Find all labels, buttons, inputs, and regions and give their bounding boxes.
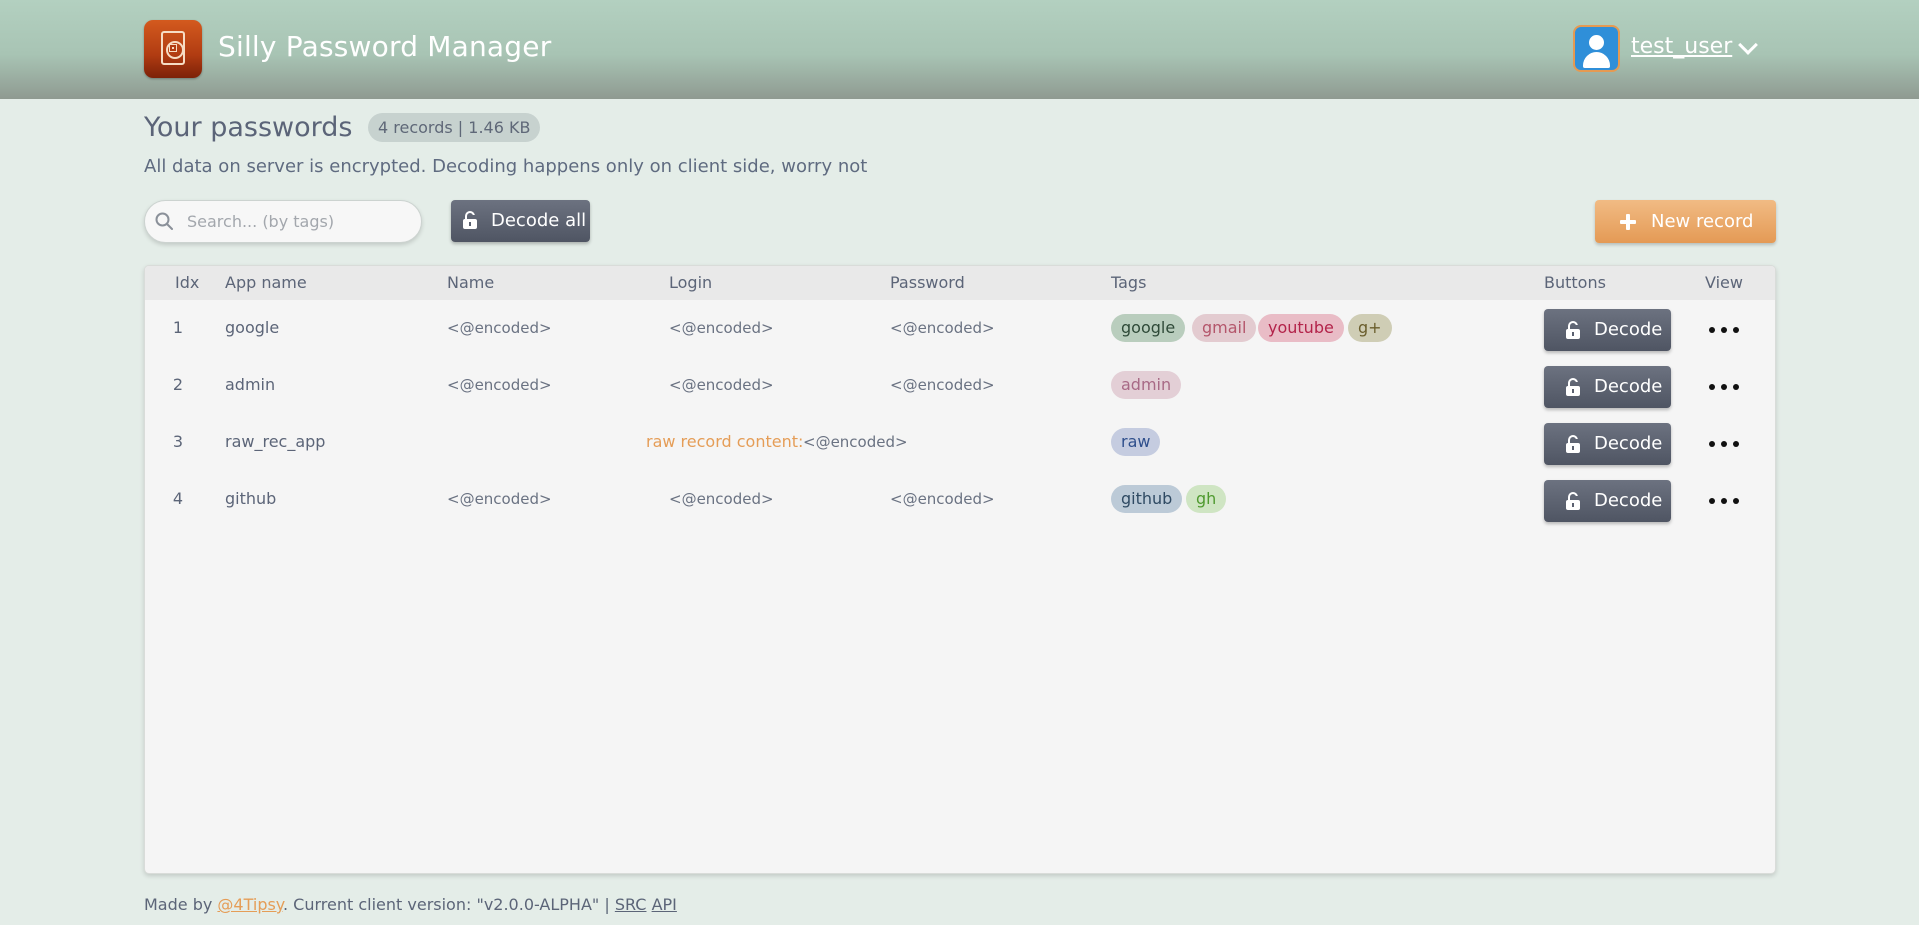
header-app-name: App name bbox=[225, 273, 307, 292]
row-name: <@encoded> bbox=[447, 319, 552, 337]
row-idx: 1 bbox=[172, 318, 184, 337]
row-login: <@encoded> bbox=[669, 376, 774, 394]
author-link[interactable]: @4Tipsy bbox=[217, 895, 283, 914]
row-app-name: google bbox=[225, 318, 280, 337]
records-badge: 4 records | 1.46 KB bbox=[368, 113, 541, 142]
header-idx: Idx bbox=[175, 273, 200, 292]
table-row: 1 google <@encoded> <@encoded> <@encoded… bbox=[145, 300, 1775, 357]
decode-button[interactable]: Decode bbox=[1544, 423, 1671, 465]
decode-label: Decode bbox=[1594, 433, 1663, 454]
plus-icon bbox=[1620, 214, 1636, 230]
api-link[interactable]: API bbox=[652, 895, 677, 914]
decode-label: Decode bbox=[1594, 319, 1663, 340]
decode-all-button[interactable]: Decode all bbox=[451, 200, 590, 242]
row-idx: 2 bbox=[172, 375, 184, 394]
tag-gplus[interactable]: g+ bbox=[1348, 314, 1392, 342]
row-password: <@encoded> bbox=[890, 376, 995, 394]
header-buttons: Buttons bbox=[1544, 273, 1606, 292]
row-login: <@encoded> bbox=[669, 319, 774, 337]
more-options-icon[interactable] bbox=[1709, 327, 1739, 333]
unlock-icon bbox=[463, 211, 477, 229]
decode-label: Decode bbox=[1594, 490, 1663, 511]
tag-admin[interactable]: admin bbox=[1111, 371, 1182, 399]
search-icon bbox=[155, 212, 173, 230]
unlock-icon bbox=[1566, 435, 1580, 453]
header-tags: Tags bbox=[1111, 273, 1147, 292]
row-idx: 4 bbox=[172, 489, 184, 508]
row-app-name: admin bbox=[225, 375, 276, 394]
unlock-icon bbox=[1566, 321, 1580, 339]
row-name: <@encoded> bbox=[447, 490, 552, 508]
app-title: Silly Password Manager bbox=[218, 30, 552, 63]
unlock-icon bbox=[1566, 378, 1580, 396]
tag-raw[interactable]: raw bbox=[1111, 428, 1161, 456]
raw-record-value: <@encoded> bbox=[803, 433, 908, 451]
row-idx: 3 bbox=[172, 432, 184, 451]
more-options-icon[interactable] bbox=[1709, 441, 1739, 447]
table-header: Idx App name Name Login Password Tags Bu… bbox=[145, 266, 1775, 300]
row-login: <@encoded> bbox=[669, 490, 774, 508]
raw-record-label: raw record content: bbox=[646, 432, 804, 451]
decode-button[interactable]: Decode bbox=[1544, 309, 1671, 351]
row-app-name: raw_rec_app bbox=[225, 432, 326, 451]
page-title: Your passwords bbox=[144, 112, 353, 143]
decode-button[interactable]: Decode bbox=[1544, 366, 1671, 408]
src-link[interactable]: SRC bbox=[615, 895, 647, 914]
tag-youtube[interactable]: youtube bbox=[1258, 314, 1344, 342]
footer-made-by: Made by bbox=[144, 895, 218, 914]
page-subtitle: All data on server is encrypted. Decodin… bbox=[144, 156, 868, 177]
row-app-name: github bbox=[225, 489, 277, 508]
username-link[interactable]: test_user bbox=[1631, 34, 1732, 59]
table-row: 2 admin <@encoded> <@encoded> <@encoded>… bbox=[145, 357, 1775, 414]
new-record-button[interactable]: New record bbox=[1595, 200, 1776, 243]
header-view: View bbox=[1705, 273, 1743, 292]
tag-google[interactable]: google bbox=[1111, 314, 1186, 342]
records-table: Idx App name Name Login Password Tags Bu… bbox=[144, 265, 1776, 874]
tag-gh[interactable]: gh bbox=[1186, 485, 1227, 513]
header-login: Login bbox=[669, 273, 713, 292]
chevron-down-icon[interactable] bbox=[1738, 35, 1758, 55]
user-icon[interactable] bbox=[1573, 25, 1620, 72]
search-input[interactable] bbox=[187, 201, 407, 242]
new-record-label: New record bbox=[1651, 211, 1754, 232]
row-name: <@encoded> bbox=[447, 376, 552, 394]
footer-version: . Current client version: "v2.0.0-ALPHA"… bbox=[283, 895, 615, 914]
more-options-icon[interactable] bbox=[1709, 384, 1739, 390]
header-name: Name bbox=[447, 273, 495, 292]
more-options-icon[interactable] bbox=[1709, 498, 1739, 504]
safe-icon[interactable] bbox=[144, 20, 202, 78]
decode-label: Decode bbox=[1594, 376, 1663, 397]
tag-github[interactable]: github bbox=[1111, 485, 1183, 513]
header-password: Password bbox=[890, 273, 965, 292]
table-row: 3 raw_rec_app raw record content: <@enco… bbox=[145, 414, 1775, 471]
row-password: <@encoded> bbox=[890, 319, 995, 337]
search-box bbox=[144, 200, 422, 243]
decode-button[interactable]: Decode bbox=[1544, 480, 1671, 522]
unlock-icon bbox=[1566, 492, 1580, 510]
decode-all-label: Decode all bbox=[491, 210, 587, 231]
footer: Made by @4Tipsy. Current client version:… bbox=[144, 895, 677, 914]
table-row: 4 github <@encoded> <@encoded> <@encoded… bbox=[145, 471, 1775, 528]
tag-gmail[interactable]: gmail bbox=[1192, 314, 1257, 342]
row-password: <@encoded> bbox=[890, 490, 995, 508]
app-header: Silly Password Manager test_user bbox=[0, 0, 1919, 99]
